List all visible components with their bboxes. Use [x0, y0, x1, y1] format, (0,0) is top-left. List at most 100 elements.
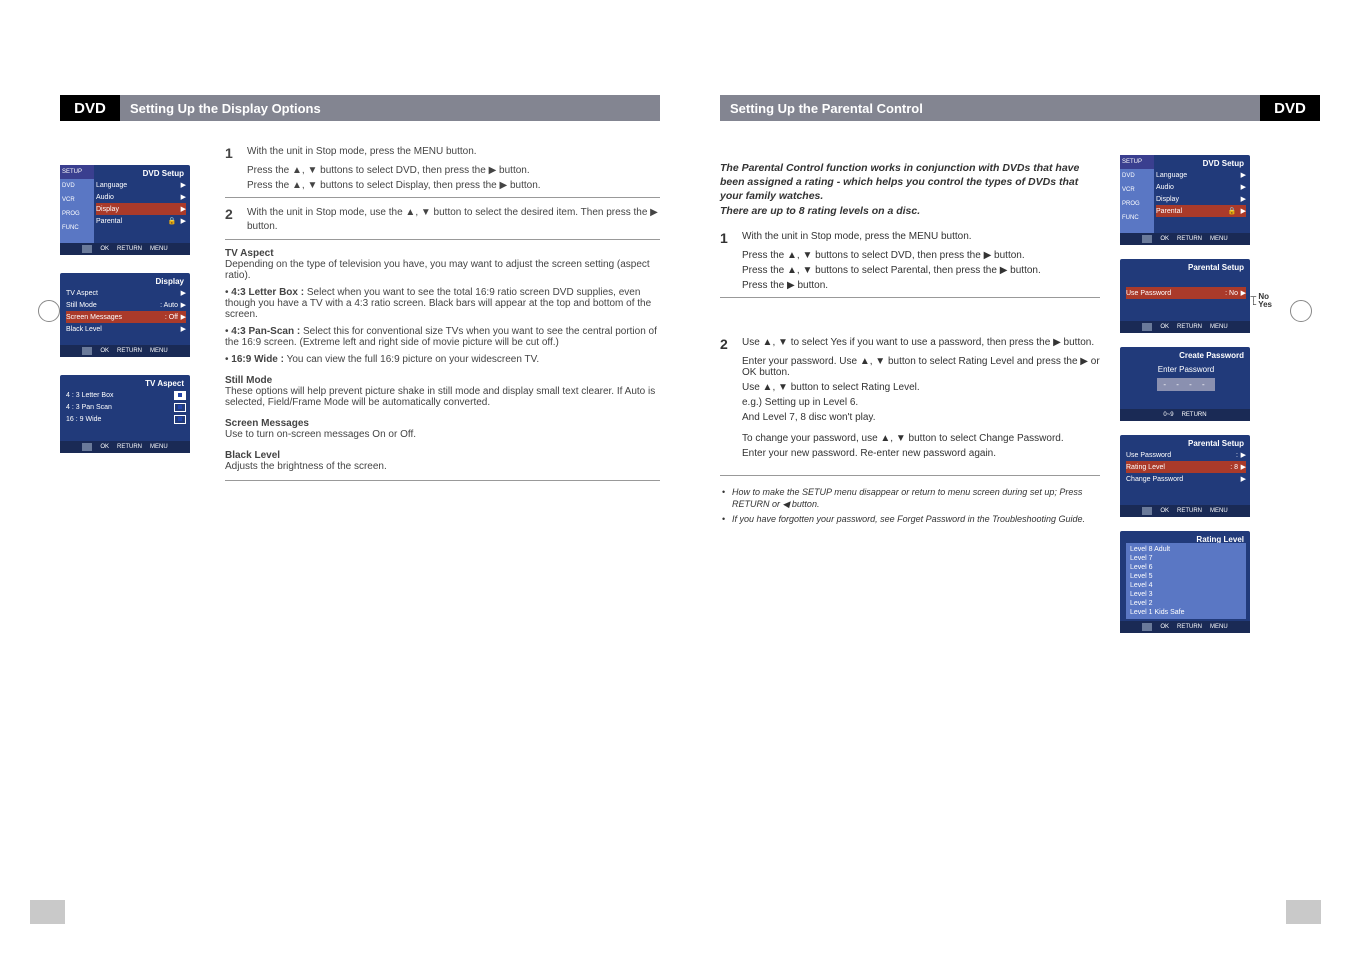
- page-tab-right: [1286, 900, 1321, 924]
- arrow-icon: ▶: [178, 325, 186, 333]
- left-header: DVD Setting Up the Display Options: [60, 95, 660, 121]
- opt-title: Black Level: [225, 450, 280, 461]
- osd-title: Parental Setup: [1188, 263, 1244, 272]
- arrow-icon: ▶: [1238, 451, 1246, 459]
- osd-row-ps: 4 : 3 Pan Scan: [66, 404, 174, 411]
- osd-row-msgs: Screen Messages: [66, 314, 165, 321]
- opt-body: You can view the full 16:9 picture on yo…: [287, 354, 540, 365]
- step-text: Press the ▲, ▼ buttons to select Parenta…: [720, 265, 1100, 276]
- osd-val: : Off: [165, 314, 178, 321]
- opt-title: 4:3 Letter Box :: [231, 287, 304, 298]
- osd-rating-level: Rating Level Level 8 Adult Level 7 Level…: [1120, 531, 1250, 633]
- osd-row: Change Password: [1126, 476, 1238, 483]
- step-text: With the unit in Stop mode, use the ▲, ▼…: [247, 206, 660, 233]
- osd-title: Display: [156, 277, 184, 286]
- left-title: Setting Up the Display Options: [120, 95, 660, 121]
- opt-title: Screen Messages: [225, 418, 309, 429]
- right-osd-column: DVD Setup SETUP DVD VCR PROG FUNC Langua…: [1120, 155, 1250, 647]
- opt-title: TV Aspect: [225, 248, 274, 259]
- arrow-icon: ▶: [1238, 195, 1246, 203]
- tv-icon: [174, 403, 186, 412]
- left-page: DVD Setting Up the Display Options DVD S…: [60, 95, 660, 161]
- foot-menu: MENU: [150, 444, 168, 450]
- close-icon: [1142, 235, 1152, 243]
- opt-body: These options will help prevent picture …: [225, 386, 655, 408]
- osd-footer: OKRETURNMENU: [60, 441, 190, 453]
- tv-icon: [174, 415, 186, 424]
- dvd-tag-left: DVD: [60, 95, 120, 121]
- osd-row: Display: [1156, 196, 1238, 203]
- page-tab-left: [30, 900, 65, 924]
- step-text: Enter your password. Use ▲, ▼ button to …: [720, 356, 1100, 378]
- osd-row-wide: 16 : 9 Wide: [66, 416, 174, 423]
- osd-sb-setup: SETUP: [62, 169, 82, 175]
- foot-return: RETURN: [1182, 412, 1207, 418]
- foot-ok: OK: [1160, 508, 1169, 514]
- osd-row: Use Password: [1126, 290, 1225, 297]
- callout-yes: Yes: [1258, 300, 1272, 309]
- close-icon: [82, 347, 92, 355]
- step-text: And Level 7, 8 disc won't play.: [720, 412, 1100, 423]
- rating-level: Level 8 Adult: [1130, 546, 1170, 553]
- osd-row-display: Display: [96, 206, 178, 213]
- right-page: Setting Up the Parental Control DVD The …: [720, 95, 1320, 528]
- arrow-icon: ▶: [178, 205, 186, 213]
- arrow-icon: ▶: [178, 289, 186, 297]
- opt-body: Use to turn on-screen messages On or Off…: [225, 429, 416, 440]
- step-num: 1: [225, 145, 239, 161]
- foot-menu: MENU: [150, 246, 168, 252]
- rating-level: Level 3: [1130, 591, 1153, 598]
- lock-icon: 🔒: [166, 217, 178, 225]
- opt-title: 16:9 Wide :: [231, 354, 284, 365]
- osd-create-password: Create Password Enter Password - - - - 0…: [1120, 347, 1250, 421]
- tv-icon: [174, 391, 186, 400]
- opt-title: Still Mode: [225, 375, 272, 386]
- osd-val: : Auto: [160, 302, 178, 309]
- arrow-icon: ▶: [1238, 289, 1246, 297]
- arrow-icon: ▶: [1238, 475, 1246, 483]
- osd-row-still: Still Mode: [66, 302, 160, 309]
- note-text: If you have forgotten your password, see…: [732, 513, 1100, 525]
- callout-no-yes: ┬ No└ Yes: [1250, 293, 1272, 309]
- foot-menu: MENU: [150, 348, 168, 354]
- arrow-icon: ▶: [178, 313, 186, 321]
- osd-row: Language: [1156, 172, 1238, 179]
- osd-title: Create Password: [1179, 351, 1244, 360]
- osd-row: Use Password: [1126, 452, 1236, 459]
- left-instructions: 1 With the unit in Stop mode, press the M…: [225, 145, 660, 481]
- password-field: - - - -: [1157, 378, 1214, 391]
- rating-level: Level 6: [1130, 564, 1153, 571]
- foot-menu: MENU: [1210, 624, 1228, 630]
- foot-ok: OK: [1160, 624, 1169, 630]
- step-num: 1: [720, 230, 734, 246]
- osd-parental-setup: Parental Setup Use Password:▶ Rating Lev…: [1120, 435, 1250, 517]
- dvd-tag-right: DVD: [1260, 95, 1320, 121]
- num-icon: 0~9: [1163, 412, 1173, 418]
- close-icon: [82, 245, 92, 253]
- note-text: How to make the SETUP menu disappear or …: [732, 486, 1100, 510]
- left-osd-column: DVD Setup SETUP DVD VCR PROG FUNC Langua…: [60, 165, 200, 471]
- osd-row: Parental: [1156, 208, 1226, 215]
- osd-title: DVD Setup: [143, 169, 184, 178]
- foot-ok: OK: [1160, 324, 1169, 330]
- osd-title: TV Aspect: [145, 379, 184, 388]
- step-text: Enter your new password. Re-enter new pa…: [720, 448, 1100, 459]
- osd-sb-vcr: VCR: [62, 197, 75, 203]
- opt-body: Depending on the type of television you …: [225, 259, 650, 281]
- foot-menu: MENU: [1210, 236, 1228, 242]
- arrow-icon: ▶: [1238, 171, 1246, 179]
- close-icon: [1142, 507, 1152, 515]
- osd-sb: DVD: [1122, 173, 1135, 179]
- arrow-icon: ▶: [1238, 463, 1246, 471]
- osd-sidebar: SETUP DVD VCR PROG FUNC: [60, 165, 94, 243]
- osd-row-language: Language: [96, 182, 178, 189]
- close-icon: [1142, 323, 1152, 331]
- close-icon: [1142, 623, 1152, 631]
- osd-row-audio: Audio: [96, 194, 178, 201]
- osd-row-lb: 4 : 3 Letter Box: [66, 392, 174, 399]
- foot-return: RETURN: [117, 348, 142, 354]
- step-num: 2: [225, 206, 239, 233]
- right-header: Setting Up the Parental Control DVD: [720, 95, 1320, 121]
- osd-sb-prog: PROG: [62, 211, 80, 217]
- step-text: With the unit in Stop mode, press the ME…: [247, 145, 660, 161]
